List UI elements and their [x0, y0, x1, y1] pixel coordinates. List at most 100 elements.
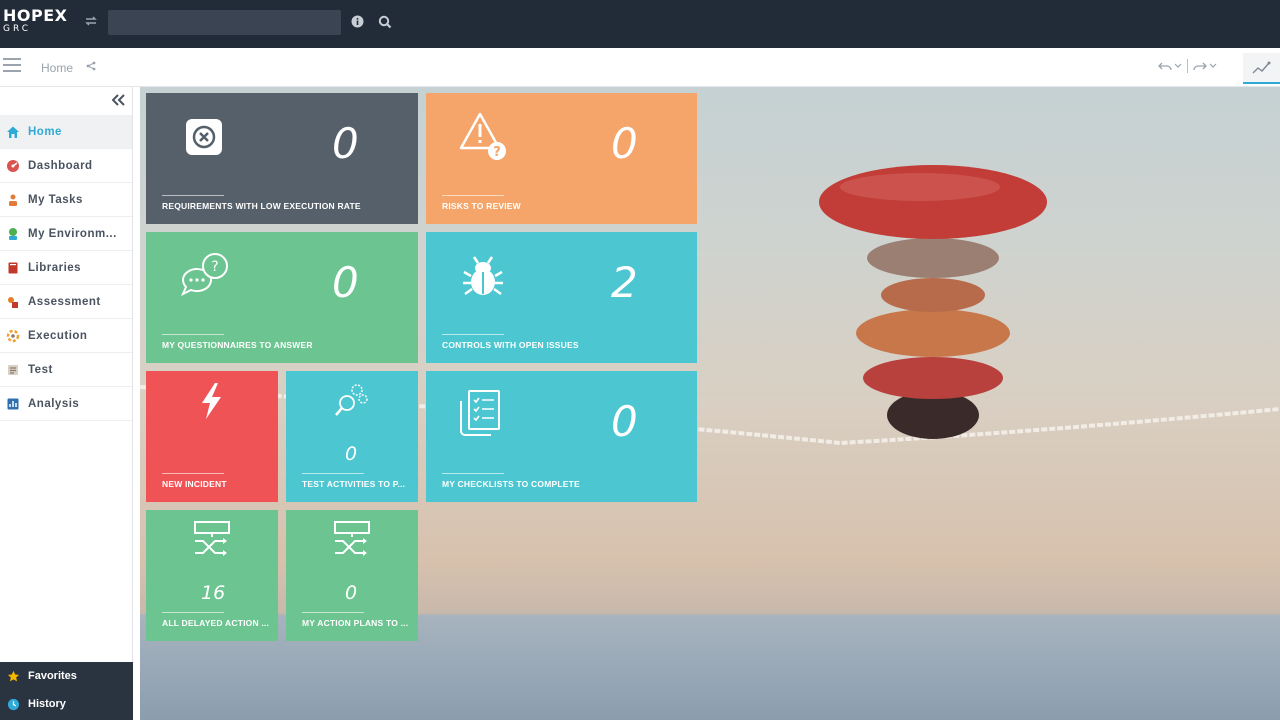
divider	[162, 195, 224, 196]
tile-risks[interactable]: ? 0 RISKS TO REVIEW	[426, 93, 697, 224]
divider	[1187, 59, 1188, 73]
chevron-down-icon[interactable]	[1174, 62, 1182, 70]
gears-magnifier-icon	[335, 384, 368, 416]
tile-controls[interactable]: 2 CONTROLS WITH OPEN ISSUES	[426, 232, 697, 363]
action-plan-icon	[334, 521, 370, 556]
checklist-icon	[460, 390, 500, 436]
sidebar-bottom: Favorites History	[0, 662, 133, 720]
logo-subtitle: GRC	[3, 24, 32, 34]
undo-redo-group	[1158, 59, 1217, 73]
sidebar-item-label: Analysis	[28, 397, 80, 410]
sidebar: Home Dashboard My Tasks My Environm... L…	[0, 87, 133, 720]
sidebar-item-label: Libraries	[28, 261, 82, 274]
environment-icon	[6, 227, 20, 241]
tile-questionnaires[interactable]: ? 0 MY QUESTIONNAIRES TO ANSWER	[146, 232, 418, 363]
house-icon	[6, 125, 20, 139]
dashboard-icon	[6, 159, 20, 173]
test-icon	[6, 363, 20, 377]
undo-icon[interactable]	[1158, 60, 1172, 72]
tile-label: TEST ACTIVITIES TO P...	[302, 479, 406, 489]
chat-question-icon: ?	[181, 253, 228, 297]
tile-label: NEW INCIDENT	[162, 479, 227, 489]
svg-text:?: ?	[493, 145, 501, 160]
bug-icon	[463, 256, 503, 296]
sidebar-item-execution[interactable]: Execution	[0, 319, 132, 353]
assessment-icon	[6, 295, 20, 309]
tile-new-incident[interactable]: NEW INCIDENT	[146, 371, 278, 502]
menu-icon[interactable]	[3, 58, 21, 74]
main-content: 0 REQUIREMENTS WITH LOW EXECUTION RATE ?…	[140, 87, 1280, 720]
tile-label: MY QUESTIONNAIRES TO ANSWER	[162, 340, 313, 350]
top-bar: HOPEX GRC	[0, 0, 1280, 48]
analysis-icon	[6, 397, 20, 411]
divider	[442, 334, 504, 335]
divider	[302, 473, 364, 474]
tile-value: 16	[201, 582, 226, 604]
search-input[interactable]	[108, 10, 341, 35]
app-logo[interactable]: HOPEX GRC	[3, 8, 67, 34]
tile-value: 0	[332, 119, 359, 168]
collapse-sidebar-icon[interactable]	[112, 94, 126, 106]
divider	[302, 612, 364, 613]
activity-chart-tab[interactable]	[1243, 53, 1280, 84]
sidebar-item-label: Execution	[28, 329, 88, 342]
divider	[162, 334, 224, 335]
close-box-icon	[186, 119, 222, 155]
sidebar-item-favorites[interactable]: Favorites	[0, 662, 133, 690]
switch-arrows-icon[interactable]	[84, 14, 98, 28]
tile-value: 0	[611, 119, 638, 168]
line-chart-icon	[1252, 61, 1271, 74]
tile-checklists[interactable]: 0 MY CHECKLISTS TO COMPLETE	[426, 371, 697, 502]
sidebar-item-libraries[interactable]: Libraries	[0, 251, 132, 285]
sidebar-item-label: My Tasks	[28, 193, 83, 206]
sidebar-item-history[interactable]: History	[0, 690, 133, 718]
sidebar-item-label: Home	[28, 125, 62, 138]
sidebar-item-my-tasks[interactable]: My Tasks	[0, 183, 132, 217]
sidebar-item-my-environment[interactable]: My Environm...	[0, 217, 132, 251]
breadcrumb-bar: Home	[0, 48, 1280, 87]
sidebar-item-label: My Environm...	[28, 227, 117, 240]
sidebar-nav: Home Dashboard My Tasks My Environm... L…	[0, 115, 132, 421]
tile-label: RISKS TO REVIEW	[442, 201, 521, 211]
tile-label: REQUIREMENTS WITH LOW EXECUTION RATE	[162, 201, 361, 211]
divider	[442, 195, 504, 196]
sidebar-item-label: History	[28, 698, 66, 710]
sidebar-item-label: Dashboard	[28, 159, 93, 172]
sidebar-item-home[interactable]: Home	[0, 115, 132, 149]
tile-label: MY CHECKLISTS TO COMPLETE	[442, 479, 580, 489]
chevron-down-icon[interactable]	[1209, 62, 1217, 70]
logo-title: HOPEX	[3, 6, 68, 25]
divider	[442, 473, 504, 474]
sidebar-item-assessment[interactable]: Assessment	[0, 285, 132, 319]
tile-label: ALL DELAYED ACTION ...	[162, 618, 270, 628]
info-icon[interactable]	[351, 15, 364, 28]
tile-delayed-actions[interactable]: 16 ALL DELAYED ACTION ...	[146, 510, 278, 641]
tile-test-activities[interactable]: 0 TEST ACTIVITIES TO P...	[286, 371, 418, 502]
tile-action-plans[interactable]: 0 MY ACTION PLANS TO ...	[286, 510, 418, 641]
warning-question-icon: ?	[459, 112, 506, 160]
action-plan-icon	[194, 521, 230, 556]
share-icon[interactable]	[86, 61, 96, 71]
tile-requirements[interactable]: 0 REQUIREMENTS WITH LOW EXECUTION RATE	[146, 93, 418, 224]
breadcrumb-home[interactable]: Home	[41, 61, 73, 75]
search-icon[interactable]	[378, 15, 392, 29]
sidebar-item-label: Assessment	[28, 295, 101, 308]
redo-icon[interactable]	[1193, 60, 1207, 72]
star-icon	[7, 670, 20, 681]
tile-value: 2	[611, 258, 638, 307]
tile-value: 0	[611, 397, 638, 446]
divider	[162, 473, 224, 474]
svg-text:?: ?	[211, 259, 218, 275]
tasks-icon	[6, 193, 20, 207]
tile-label: MY ACTION PLANS TO ...	[302, 618, 409, 628]
lightning-icon	[202, 383, 221, 419]
sidebar-item-label: Favorites	[28, 670, 77, 682]
tile-value: 0	[345, 443, 358, 465]
tile-value: 0	[345, 582, 358, 604]
sidebar-item-test[interactable]: Test	[0, 353, 132, 387]
sidebar-item-label: Test	[28, 363, 53, 376]
tile-label: CONTROLS WITH OPEN ISSUES	[442, 340, 579, 350]
sidebar-item-dashboard[interactable]: Dashboard	[0, 149, 132, 183]
sidebar-item-analysis[interactable]: Analysis	[0, 387, 132, 421]
history-icon	[7, 698, 20, 710]
